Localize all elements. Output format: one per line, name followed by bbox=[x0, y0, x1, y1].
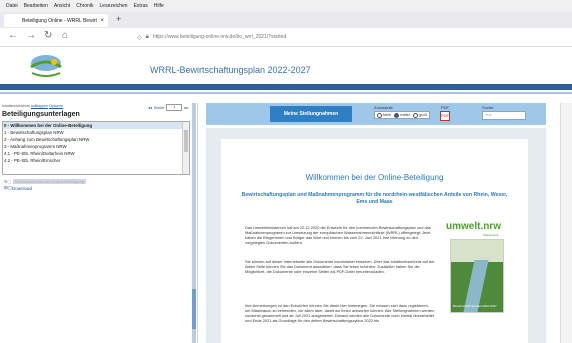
toc-options: Inhaltsverzeichnis aufklappen Optionen bbox=[2, 104, 63, 108]
tab-strip: Beteiligung Online - WRRL Bewirt × + bbox=[0, 12, 572, 28]
tree-item-label: Download bbox=[12, 185, 33, 191]
toc-options-link[interactable]: Optionen bbox=[49, 104, 63, 108]
list-item[interactable]: 2 - Anhang zum Bewirtschaftungsplan NRW bbox=[3, 136, 189, 143]
cover-text: Bewirtschaftungsplan 2022-2027 bbox=[453, 304, 497, 308]
navigation-bar: ← → ↻ ⌂ ◇ 🔒︎ https://www.beteiligung-onl… bbox=[0, 28, 572, 47]
page-subtitle: Bewirtschaftungsplan und Maßnahmenprogra… bbox=[241, 192, 508, 205]
zoom-options: klein mittel groß bbox=[374, 111, 431, 119]
width-input[interactable]: 1 bbox=[166, 104, 183, 111]
menu-extras[interactable]: Extras bbox=[134, 3, 148, 9]
scroll-thumb[interactable] bbox=[184, 130, 188, 152]
my-statements-button[interactable]: Meine Stellungnahmen bbox=[270, 106, 352, 122]
document-listbox[interactable]: 0 - Willkommen bei der Online-Beteiligun… bbox=[2, 121, 190, 175]
panel-splitter[interactable] bbox=[192, 103, 196, 343]
zoom-medium-radio[interactable]: mittel bbox=[394, 112, 410, 118]
list-item[interactable]: 4.2 - PE-Stb. Rhein/Emscher bbox=[3, 157, 189, 164]
page-icon: ▢ bbox=[7, 179, 12, 184]
forward-icon[interactable]: → bbox=[26, 30, 36, 41]
menu-bar: Datei Bearbeiten Ansicht Chronik Lesezei… bbox=[0, 0, 572, 12]
tree-item-label: Willkommen bei der Online-Beteiligung bbox=[13, 179, 87, 184]
menu-chronik[interactable]: Chronik bbox=[76, 3, 93, 9]
splitter-grip[interactable] bbox=[192, 289, 196, 329]
search-input[interactable]: Text bbox=[482, 111, 526, 120]
zoom-large-radio[interactable]: groß bbox=[412, 112, 427, 118]
tab-title: Beteiligung Online - WRRL Bewirt bbox=[22, 17, 97, 24]
width-control: ◂◂ Breite 1 ▸▸ bbox=[148, 104, 188, 111]
page-scrollbar[interactable] bbox=[560, 103, 572, 343]
toc-heading: Beteiligungsunterlagen bbox=[2, 111, 80, 118]
header-subline bbox=[0, 92, 572, 94]
tree-item-welcome[interactable]: ⊞ ▢ Willkommen bei der Online-Beteiligun… bbox=[4, 179, 87, 184]
menu-lesezeichen[interactable]: Lesezeichen bbox=[100, 3, 128, 9]
url-bar[interactable]: ◇ 🔒︎ https://www.beteiligung-online.nrw.… bbox=[137, 31, 427, 43]
tree-item-download[interactable]: ⊞ ▢ Download bbox=[4, 185, 32, 191]
lock-icon: 🔒︎ bbox=[145, 33, 149, 40]
zoom-label: Zoomstufe bbox=[374, 105, 393, 110]
menu-datei[interactable]: Datei bbox=[6, 3, 18, 9]
search-label: Suche bbox=[482, 105, 494, 110]
menu-ansicht[interactable]: Ansicht bbox=[54, 3, 70, 9]
reload-icon[interactable]: ↻ bbox=[44, 30, 52, 41]
wrrl-logo[interactable] bbox=[26, 53, 66, 81]
pdf-icon[interactable]: PDF bbox=[440, 111, 450, 121]
umwelt-nrw-logo: umwelt.nrw bbox=[446, 221, 502, 232]
width-label: Breite bbox=[154, 105, 165, 110]
pdf-label: PDF bbox=[441, 105, 449, 110]
shield-icon: ◇ bbox=[137, 34, 142, 41]
menu-bearbeiten[interactable]: Bearbeiten bbox=[24, 3, 48, 9]
widen-icon[interactable]: ▸▸ bbox=[184, 105, 188, 110]
new-tab-icon[interactable]: + bbox=[116, 14, 121, 24]
site-title: WRRL-Bewirtschaftungsplan 2022-2027 bbox=[150, 65, 311, 75]
paragraph: Sie können auf dieser Internetseite alle… bbox=[245, 259, 435, 274]
pdf-group: PDF PDF bbox=[440, 105, 450, 121]
close-icon[interactable]: × bbox=[100, 18, 104, 24]
list-item[interactable]: 4.1 - PE-Stb. Rhein/Deltarhein NRW bbox=[3, 150, 189, 157]
paragraph: Ihre Anmerkungen zu den Entwürfen können… bbox=[245, 303, 435, 323]
brochure-cover-image: Bewirtschaftungsplan 2022-2027 bbox=[450, 239, 504, 313]
list-item[interactable]: 1 - Bewirtschaftungsplan NRW bbox=[3, 129, 189, 136]
list-item[interactable]: 0 - Willkommen bei der Online-Beteiligun… bbox=[3, 122, 189, 129]
list-item[interactable]: 3 - Maßnahmenprogramm NRW bbox=[3, 143, 189, 150]
paragraph: Das Umweltministerium hat am 22.12.2020 … bbox=[245, 225, 431, 245]
narrow-icon[interactable]: ◂◂ bbox=[148, 105, 152, 110]
header-bar bbox=[0, 84, 572, 90]
umwelt-nrw-tagline: Wasserwelt bbox=[483, 233, 499, 237]
listbox-scrollbar[interactable] bbox=[182, 122, 189, 174]
search-group: Suche Text bbox=[482, 105, 526, 120]
browser-tab[interactable]: Beteiligung Online - WRRL Bewirt × bbox=[4, 14, 108, 27]
document-toolbar: Meine Stellungnahmen Zoomstufe klein mit… bbox=[206, 103, 546, 125]
zoom-small-radio[interactable]: klein bbox=[377, 112, 391, 118]
url-text: https://www.beteiligung-online.nrw.de/bo… bbox=[152, 34, 287, 40]
back-icon[interactable]: ← bbox=[8, 30, 18, 41]
toc-expand-link[interactable]: aufklappen bbox=[31, 104, 48, 108]
document-page: Willkommen bei der Online-Beteiligung Be… bbox=[221, 139, 528, 343]
toc-panel: Inhaltsverzeichnis aufklappen Optionen ◂… bbox=[0, 103, 198, 343]
toc-options-label: Inhaltsverzeichnis bbox=[2, 104, 30, 108]
menu-hilfe[interactable]: Hilfe bbox=[154, 3, 164, 9]
home-icon[interactable]: ⌂ bbox=[62, 30, 68, 41]
page-title: Willkommen bei der Online-Beteiligung bbox=[305, 173, 444, 182]
zoom-group: Zoomstufe klein mittel groß bbox=[374, 105, 431, 119]
